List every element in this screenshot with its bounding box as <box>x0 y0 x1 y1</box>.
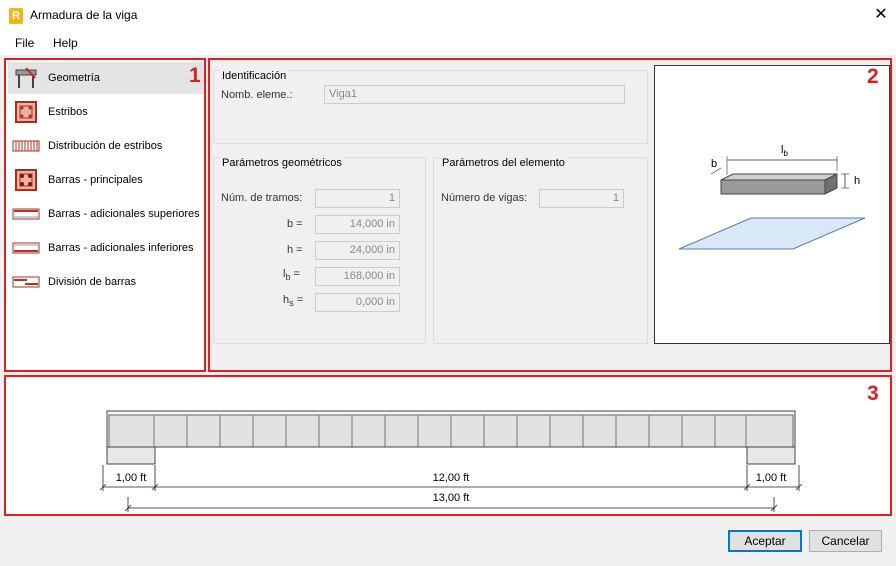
nav-label: Barras - adicionales superiores <box>48 208 200 220</box>
marker-2: 2 <box>867 65 879 88</box>
element-params-group: Parámetros del elemento Número de vigas:… <box>433 157 648 344</box>
hs-label: hs = <box>283 294 304 309</box>
h-label: h = <box>287 244 303 256</box>
nav-item-estribos[interactable]: Estribos <box>8 96 204 128</box>
bottom-additional-bars-icon <box>12 236 40 260</box>
navigation-panel: Geometría Estribos Distribución de estri… <box>4 58 206 372</box>
group-title: Identificación <box>220 70 289 82</box>
main-bars-icon <box>12 168 40 192</box>
properties-panel: Identificación Nomb. eleme.: Viga1 Parám… <box>208 58 892 372</box>
stirrups-icon <box>12 100 40 124</box>
nav-label: División de barras <box>48 276 137 288</box>
lb-label: lb = <box>283 268 300 283</box>
group-title: Parámetros del elemento <box>440 157 567 169</box>
left-support-dimension: 1,00 ft <box>110 472 152 484</box>
b-label: b = <box>287 218 303 230</box>
identification-group: Identificación Nomb. eleme.: Viga1 <box>213 70 648 144</box>
span-dimension: 12,00 ft <box>411 472 491 484</box>
b-field[interactable]: 14,000 in <box>315 215 400 234</box>
nav-label: Barras - principales <box>48 174 143 186</box>
vigas-field[interactable]: 1 <box>539 189 624 208</box>
tramos-field[interactable]: 1 <box>315 189 400 208</box>
nav-label: Geometría <box>48 72 100 84</box>
marker-3: 3 <box>867 382 879 405</box>
nav-label: Estribos <box>48 106 88 118</box>
nav-label: Distribución de estribos <box>48 140 163 152</box>
hs-field[interactable]: 0,000 in <box>315 293 400 312</box>
beam-elevation-panel: 1,00 ft 12,00 ft 1,00 ft 13,00 ft 3 <box>4 375 892 516</box>
title-bar: R Armadura de la viga ✕ <box>0 0 896 31</box>
h-dimension-label: h <box>854 175 861 187</box>
group-title: Parámetros geométricos <box>220 157 344 169</box>
accept-button[interactable]: Aceptar <box>728 530 802 552</box>
nomb-field[interactable]: Viga1 <box>324 85 625 104</box>
lb-field[interactable]: 168,000 in <box>315 267 400 286</box>
menu-help[interactable]: Help <box>53 36 78 50</box>
nav-item-barras-adicionales-inferiores[interactable]: Barras - adicionales inferiores <box>8 232 204 264</box>
nav-item-distribucion-estribos[interactable]: Distribución de estribos <box>8 130 204 162</box>
geometry-icon <box>12 66 40 90</box>
window-title: Armadura de la viga <box>30 8 138 22</box>
top-additional-bars-icon <box>12 202 40 226</box>
nav-item-geometria[interactable]: Geometría <box>8 62 204 94</box>
b-dimension-label: b <box>711 158 718 170</box>
menu-bar: File Help <box>0 31 896 55</box>
stirrup-distribution-icon <box>12 134 40 158</box>
close-icon[interactable]: ✕ <box>866 0 896 31</box>
menu-file[interactable]: File <box>15 36 34 50</box>
bar-division-icon <box>12 270 40 294</box>
nav-item-barras-adicionales-superiores[interactable]: Barras - adicionales superiores <box>8 198 204 230</box>
right-support-dimension: 1,00 ft <box>750 472 792 484</box>
nav-item-division-barras[interactable]: División de barras <box>8 266 204 298</box>
tramos-label: Núm. de tramos: <box>221 192 303 204</box>
h-field[interactable]: 24,000 in <box>315 241 400 260</box>
vigas-label: Número de vigas: <box>441 192 528 204</box>
geometric-params-group: Parámetros geométricos Núm. de tramos: 1… <box>213 157 426 344</box>
app-icon: R <box>9 8 23 24</box>
nav-item-barras-principales[interactable]: Barras - principales <box>8 164 204 196</box>
nav-label: Barras - adicionales inferiores <box>48 242 194 254</box>
nomb-label: Nomb. eleme.: <box>221 89 293 101</box>
total-length-dimension: 13,00 ft <box>411 492 491 504</box>
lb-dimension-label: lb <box>781 144 788 159</box>
marker-1: 1 <box>189 64 201 87</box>
beam-3d-illustration <box>678 156 866 250</box>
cancel-button[interactable]: Cancelar <box>809 530 882 552</box>
beam-preview: lb b h <box>654 65 890 344</box>
